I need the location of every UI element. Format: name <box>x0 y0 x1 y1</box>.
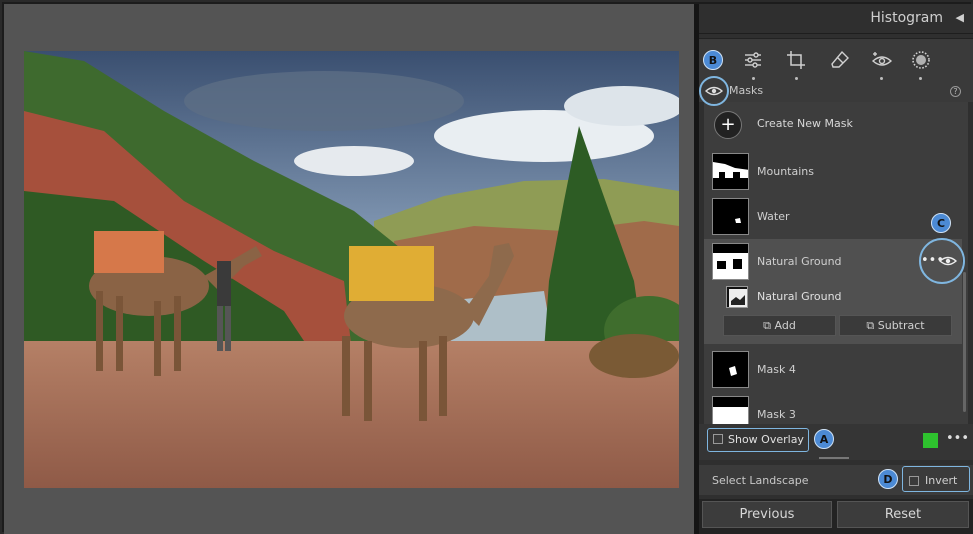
callout-c-badge: C <box>931 213 951 233</box>
camels-landscape-photo <box>24 51 679 488</box>
mask-label: Mask 3 <box>757 408 796 421</box>
mask-item-mask-3[interactable]: Mask 3 <box>704 392 962 424</box>
mask-label: Mask 4 <box>757 363 796 376</box>
previous-button[interactable]: Previous <box>702 501 832 528</box>
tool-strip <box>699 38 973 88</box>
plus-icon[interactable]: + <box>714 111 742 139</box>
show-overlay-label: Show Overlay <box>728 433 804 446</box>
sub-mask-label: Natural Ground <box>757 290 842 303</box>
edit-sliders-icon[interactable] <box>742 49 764 71</box>
masks-scrollbar[interactable] <box>963 272 966 412</box>
histogram-title: Histogram <box>870 10 943 26</box>
mask-item-water[interactable]: Water <box>704 194 962 239</box>
masking-icon[interactable] <box>910 49 932 71</box>
red-eye-icon[interactable] <box>871 49 893 71</box>
eye-icon[interactable] <box>705 84 723 98</box>
invert-checkbox[interactable] <box>909 476 919 486</box>
overlay-options-icon[interactable]: ••• <box>946 431 969 446</box>
mask-item-mountains[interactable]: Mountains <box>704 149 962 194</box>
subtract-button[interactable]: ⧉ Subtract <box>839 315 952 336</box>
app-window: Histogram ◀ Masks ? + Create New Mask Mo… <box>0 0 973 534</box>
mask-thumbnail <box>712 243 749 280</box>
mask-item-mask-4[interactable]: Mask 4 <box>704 347 962 392</box>
show-overlay-checkbox[interactable] <box>713 434 723 444</box>
crop-icon[interactable] <box>785 49 807 71</box>
mask-thumbnail <box>712 396 749 424</box>
photo-preview[interactable] <box>24 51 679 488</box>
create-new-mask-row[interactable]: + Create New Mask <box>704 102 968 147</box>
mask-label: Mountains <box>757 165 814 178</box>
reset-button[interactable]: Reset <box>837 501 969 528</box>
invert-label: Invert <box>925 474 958 487</box>
add-button[interactable]: ⧉ Add <box>723 315 836 336</box>
add-label: Add <box>774 319 796 332</box>
help-icon[interactable]: ? <box>950 86 961 97</box>
bottom-bar: Previous Reset <box>699 499 973 534</box>
callout-b-badge: B <box>703 50 723 70</box>
mask-label: Water <box>757 210 790 223</box>
callout-d-badge: D <box>878 469 898 489</box>
overlay-color-swatch[interactable] <box>923 433 938 448</box>
mask-label: Natural Ground <box>757 255 842 268</box>
healing-eraser-icon[interactable] <box>829 49 851 71</box>
collapse-arrow-icon[interactable]: ◀ <box>956 11 964 24</box>
subtract-label: Subtract <box>877 319 925 332</box>
sub-mask-row[interactable]: Natural Ground <box>704 284 962 310</box>
subject-icon <box>726 286 748 308</box>
masks-header: Masks ? <box>699 82 973 102</box>
select-landscape-label: Select Landscape <box>712 474 809 487</box>
image-canvas[interactable] <box>4 4 694 534</box>
masks-label: Masks <box>729 84 764 97</box>
callout-a-badge: A <box>814 429 834 449</box>
callout-c-ring <box>919 238 965 284</box>
resize-handle[interactable] <box>819 457 849 459</box>
histogram-header[interactable]: Histogram ◀ <box>699 4 973 34</box>
overlay-row: Show Overlay ••• <box>699 424 973 460</box>
mask-thumbnail <box>712 198 749 235</box>
mask-thumbnail <box>712 351 749 388</box>
select-landscape-row: Select Landscape Invert <box>699 465 973 495</box>
mask-thumbnail <box>712 153 749 190</box>
create-new-mask-label: Create New Mask <box>757 117 853 130</box>
